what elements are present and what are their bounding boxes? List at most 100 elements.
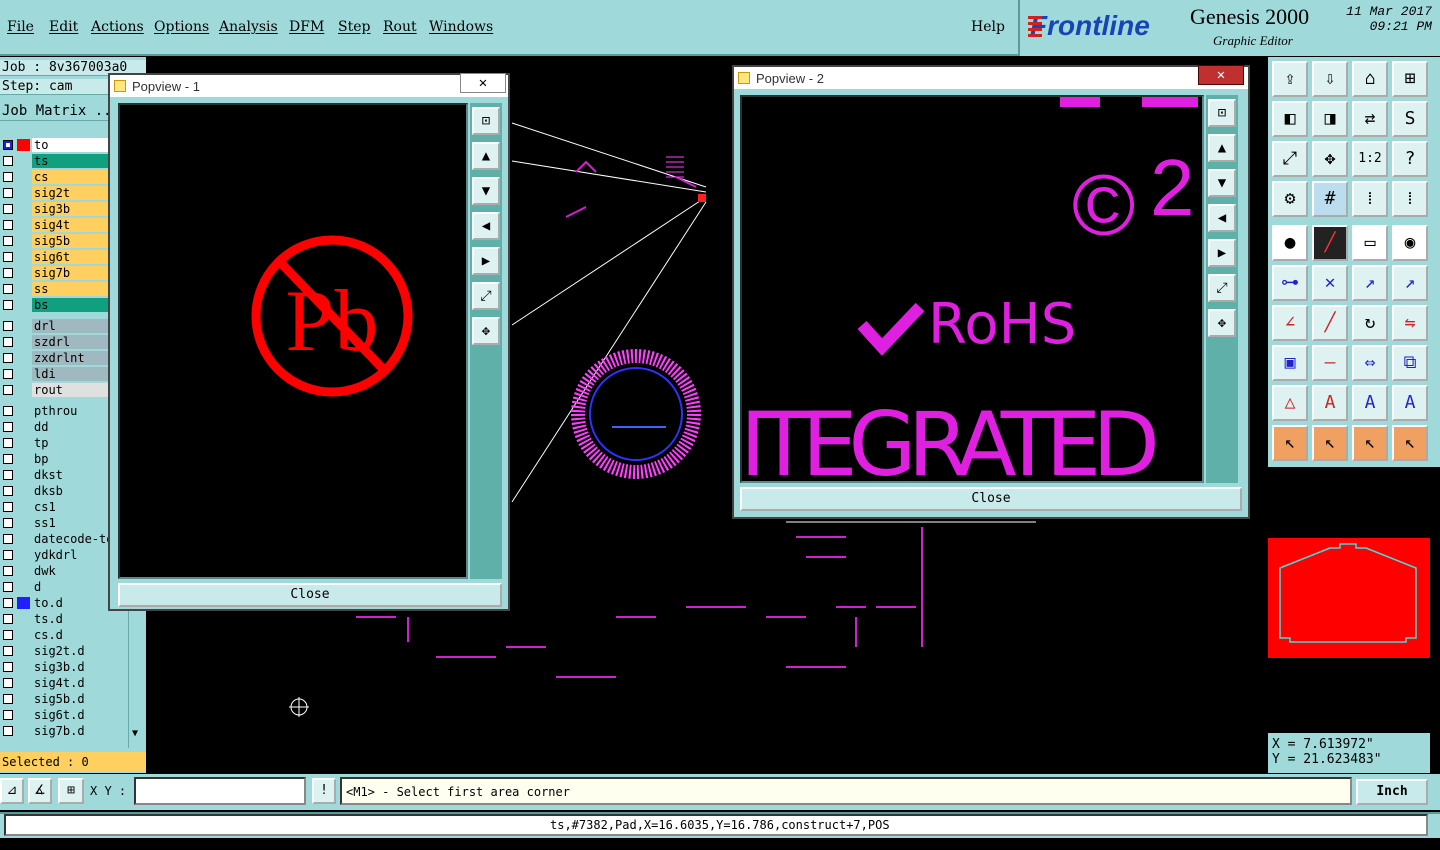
select-icon[interactable]: ↖: [1312, 425, 1348, 461]
layer-row-dwk[interactable]: dwk: [0, 563, 120, 579]
layer-row-sig3b-d[interactable]: sig3b.d: [0, 659, 120, 675]
triangle-icon[interactable]: △: [1272, 385, 1308, 421]
pan-up-icon[interactable]: ▲: [1208, 134, 1236, 162]
alert-icon[interactable]: !: [312, 778, 336, 804]
layer-row-ss[interactable]: ss: [0, 281, 120, 297]
layer-checkbox[interactable]: [3, 486, 13, 496]
layer-checkbox[interactable]: [3, 252, 13, 262]
popview-2-close-button[interactable]: Close: [740, 487, 1242, 511]
zoom-fit-icon[interactable]: ⤢: [1272, 141, 1308, 177]
layer-select-icon[interactable]: ⁞: [1352, 181, 1388, 217]
layer-checkbox[interactable]: [3, 204, 13, 214]
layer-row-szdrl[interactable]: szdrl: [0, 334, 120, 350]
layer-row-ydkdrl[interactable]: ydkdrl: [0, 547, 120, 563]
layer-name[interactable]: datecode-te: [32, 532, 108, 546]
popview-1-titlebar[interactable]: Popview - 1: [110, 75, 508, 97]
layer-name[interactable]: ss1: [32, 516, 108, 530]
add-pad-icon[interactable]: ●: [1272, 225, 1308, 261]
pan-right-icon[interactable]: ◨: [1312, 101, 1348, 137]
layer-row-sig5b-d[interactable]: sig5b.d: [0, 691, 120, 707]
layer-row-sig3b[interactable]: sig3b: [0, 201, 120, 217]
layer-name[interactable]: dd: [32, 420, 108, 434]
layer-name[interactable]: bp: [32, 452, 108, 466]
layer-name[interactable]: dkst: [32, 468, 108, 482]
layer-row-sig7b[interactable]: sig7b: [0, 265, 120, 281]
layer-row-ts-d[interactable]: ts.d: [0, 611, 120, 627]
layer-name[interactable]: cs: [32, 170, 108, 184]
layer-name[interactable]: cs.d: [32, 628, 108, 642]
zoom-home-icon[interactable]: ⊡: [472, 107, 500, 135]
pointer-icon[interactable]: ↖: [1272, 425, 1308, 461]
layer-checkbox[interactable]: [3, 236, 13, 246]
layer-name[interactable]: sig2t.d: [32, 644, 108, 658]
layer-checkbox[interactable]: [3, 534, 13, 544]
load-view-icon[interactable]: ⇩: [1312, 61, 1348, 97]
layer-name[interactable]: sig4t.d: [32, 676, 108, 690]
layer-name[interactable]: sig6t.d: [32, 708, 108, 722]
target-icon[interactable]: ◉: [1392, 225, 1428, 261]
layer-checkbox[interactable]: [3, 630, 13, 640]
snap-icon[interactable]: S: [1392, 101, 1428, 137]
layer-row-tp[interactable]: tp: [0, 435, 120, 451]
layer-name[interactable]: to.d: [32, 596, 108, 610]
layer-checkbox[interactable]: [3, 678, 13, 688]
layer-checkbox[interactable]: [3, 284, 13, 294]
layer-name[interactable]: drl: [32, 319, 108, 333]
layer-row-cs1[interactable]: cs1: [0, 499, 120, 515]
add-line-icon[interactable]: ╱: [1312, 225, 1348, 261]
overview-map[interactable]: [1268, 538, 1430, 658]
layer-row-dkst[interactable]: dkst: [0, 467, 120, 483]
menu-help[interactable]: Help: [971, 19, 1005, 35]
layer-row-cs[interactable]: cs: [0, 169, 120, 185]
layer-row-sig2t-d[interactable]: sig2t.d: [0, 643, 120, 659]
layer-checkbox[interactable]: [3, 710, 13, 720]
menu-actions[interactable]: Actions: [91, 19, 144, 35]
layer-row-bp[interactable]: bp: [0, 451, 120, 467]
layer-name[interactable]: sig5b: [32, 234, 108, 248]
layer-name[interactable]: ldi: [32, 367, 108, 381]
layer-name[interactable]: sig3b.d: [32, 660, 108, 674]
layer-checkbox[interactable]: [3, 220, 13, 230]
xy-input[interactable]: [134, 777, 306, 805]
zoom-fit-icon[interactable]: ⤢: [472, 282, 500, 310]
popview-1-close-button[interactable]: Close: [118, 583, 502, 607]
copy-icon[interactable]: ↗: [1392, 265, 1428, 301]
zoom-in-icon[interactable]: ✥: [1312, 141, 1348, 177]
pad-edit-icon[interactable]: ▣: [1272, 345, 1308, 381]
layer-checkbox[interactable]: [3, 646, 13, 656]
layer-checkbox[interactable]: [3, 300, 13, 310]
group-icon[interactable]: ⧉: [1392, 345, 1428, 381]
delete-icon[interactable]: ✕: [1312, 265, 1348, 301]
pan-left-icon[interactable]: ◧: [1272, 101, 1308, 137]
pan-up-icon[interactable]: ▲: [472, 142, 500, 170]
zoom-in-icon[interactable]: ✥: [1208, 309, 1236, 337]
layer-checkbox[interactable]: [3, 598, 13, 608]
settings-icon[interactable]: ⚙: [1272, 181, 1308, 217]
layer-checkbox[interactable]: [3, 582, 13, 592]
layer-row-to-d[interactable]: to.d: [0, 595, 120, 611]
layer-name[interactable]: ts.d: [32, 612, 108, 626]
popview-2-canvas[interactable]: © 2 RoHS ITEGRATED: [740, 95, 1204, 496]
save-view-icon[interactable]: ⇪: [1272, 61, 1308, 97]
layer-row-cs-d[interactable]: cs.d: [0, 627, 120, 643]
layer-name[interactable]: dksb: [32, 484, 108, 498]
layer-checkbox[interactable]: [3, 353, 13, 363]
layer-name[interactable]: cs1: [32, 500, 108, 514]
layer-name[interactable]: dwk: [32, 564, 108, 578]
pan-down-icon[interactable]: ▼: [1208, 169, 1236, 197]
layer-name[interactable]: sig7b.d: [32, 724, 108, 738]
units-selector[interactable]: Inch: [1356, 779, 1428, 805]
layer-name[interactable]: sig2t: [32, 186, 108, 200]
layer-checkbox[interactable]: [3, 172, 13, 182]
layer-checkbox[interactable]: [3, 502, 13, 512]
window-frame-icon[interactable]: ⊞: [1392, 61, 1428, 97]
layer-checkbox[interactable]: [3, 337, 13, 347]
layer-name[interactable]: rout: [32, 383, 108, 397]
triangle-b-icon[interactable]: A: [1352, 385, 1388, 421]
layer-row-sig6t-d[interactable]: sig6t.d: [0, 707, 120, 723]
layer-row-sig5b[interactable]: sig5b: [0, 233, 120, 249]
layer-name[interactable]: ydkdrl: [32, 548, 108, 562]
layer-row-drl[interactable]: drl: [0, 318, 120, 334]
zoom-fit-icon[interactable]: ⤢: [1208, 274, 1236, 302]
popview-2-close-icon[interactable]: ✕: [1198, 65, 1244, 85]
